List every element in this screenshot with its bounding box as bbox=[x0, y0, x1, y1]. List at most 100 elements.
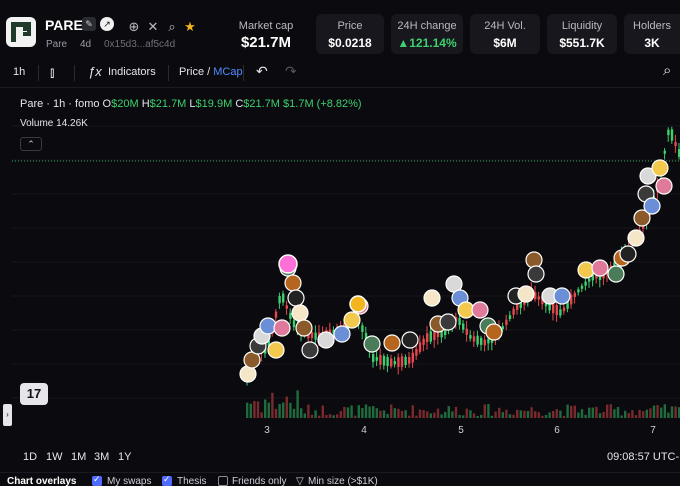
volume-bar bbox=[616, 406, 620, 418]
trade-bubble bbox=[619, 245, 637, 263]
volume-bar bbox=[404, 410, 407, 418]
candle bbox=[400, 356, 404, 367]
trade-bubble bbox=[401, 331, 419, 349]
thesis-checkbox[interactable] bbox=[162, 474, 172, 486]
min-size-label[interactable]: Min size (>$1K) bbox=[308, 476, 378, 486]
candle bbox=[285, 305, 288, 309]
volume-bar bbox=[289, 402, 292, 418]
volume-bar bbox=[469, 410, 472, 418]
indicators-button[interactable]: Indicators bbox=[108, 66, 156, 78]
candle bbox=[480, 337, 483, 345]
trade-bubble bbox=[287, 289, 305, 307]
candle bbox=[361, 325, 364, 333]
volume-bar bbox=[555, 409, 558, 418]
my-swaps-checkbox[interactable] bbox=[92, 474, 102, 486]
filter-icon[interactable]: ▽ bbox=[296, 476, 304, 486]
candle bbox=[408, 357, 411, 364]
range-1w[interactable]: 1W bbox=[46, 451, 63, 463]
volume-bar bbox=[343, 406, 346, 418]
edit-icon[interactable]: ✎ bbox=[82, 17, 96, 31]
candle bbox=[278, 296, 281, 304]
volume-bar bbox=[501, 412, 504, 418]
x-tick-label: 4 bbox=[361, 425, 367, 436]
range-1m[interactable]: 1M bbox=[71, 451, 86, 463]
stat-value: $6M bbox=[493, 36, 517, 50]
candle bbox=[379, 354, 382, 365]
change-value: 121.14% bbox=[409, 36, 457, 50]
volume-bar bbox=[314, 410, 317, 418]
volume-bar bbox=[483, 404, 486, 418]
redo-icon[interactable]: ↷ bbox=[285, 63, 297, 80]
volume-bar bbox=[606, 404, 609, 418]
volume-bar bbox=[465, 408, 468, 418]
volume-bar bbox=[307, 404, 310, 418]
volume-bar bbox=[256, 401, 260, 418]
friends-only-label[interactable]: Friends only bbox=[232, 476, 286, 486]
trade-bubble bbox=[423, 289, 441, 307]
trade-bubble bbox=[485, 323, 503, 341]
volume-bar bbox=[490, 415, 494, 418]
volume-bar bbox=[613, 409, 616, 418]
volume-bar bbox=[642, 411, 645, 418]
candle bbox=[422, 338, 425, 345]
collapse-legend-button[interactable]: ⌃ bbox=[20, 137, 42, 151]
trade-bubbles bbox=[239, 159, 673, 383]
candles-icon[interactable]: ⫾ bbox=[50, 64, 54, 81]
volume-bar bbox=[278, 403, 281, 418]
tradingview-logo-icon[interactable]: 17 bbox=[20, 383, 48, 405]
volume-bar bbox=[620, 415, 623, 418]
star-icon[interactable]: ★ bbox=[182, 19, 198, 35]
trade-bubble bbox=[517, 285, 535, 303]
chart-toolbar: 1h ⫾ ƒx Indicators Price / MCap ↶ ↷ ⌕ bbox=[0, 58, 680, 88]
range-1d[interactable]: 1D bbox=[23, 451, 37, 463]
x-tick-label: 7 bbox=[650, 425, 656, 436]
volume-bar bbox=[447, 406, 450, 418]
mcap-label: MCap bbox=[213, 66, 243, 78]
token-address[interactable]: 0x15d3...af5c4d bbox=[104, 39, 175, 50]
volume-label: Volume bbox=[20, 118, 54, 129]
candle bbox=[584, 281, 587, 286]
indicators-icon[interactable]: ƒx bbox=[88, 64, 102, 79]
ohlc-legend: Pare · 1h · fomo O$20M H$21.7M L$19.9M C… bbox=[20, 98, 362, 110]
x-social-icon[interactable]: ✕ bbox=[145, 19, 161, 35]
volume-bar bbox=[562, 415, 566, 418]
candle bbox=[462, 323, 465, 330]
volume-bar bbox=[573, 405, 576, 418]
globe-icon[interactable]: ⊕ bbox=[126, 19, 142, 35]
candle bbox=[483, 339, 486, 346]
candle bbox=[512, 308, 515, 315]
interval-button[interactable]: 1h bbox=[13, 66, 25, 78]
candle bbox=[429, 331, 432, 342]
thesis-label[interactable]: Thesis bbox=[177, 476, 206, 486]
friends-only-checkbox[interactable] bbox=[218, 476, 228, 486]
my-swaps-label[interactable]: My swaps bbox=[107, 476, 151, 486]
x-tick-label: 6 bbox=[554, 425, 560, 436]
candle bbox=[282, 293, 285, 303]
token-logo bbox=[6, 17, 36, 47]
volume-bar bbox=[422, 410, 425, 418]
stat-label: 24H Vol. bbox=[484, 20, 526, 32]
volume-bar bbox=[598, 413, 602, 418]
search-icon[interactable]: ⌕ bbox=[164, 19, 180, 35]
volume-bar bbox=[390, 404, 393, 418]
candle bbox=[674, 141, 677, 147]
legend-title: Pare · 1h · fomo bbox=[20, 98, 100, 110]
candle bbox=[588, 278, 591, 282]
volume-bar bbox=[415, 415, 418, 418]
undo-icon[interactable]: ↶ bbox=[256, 63, 268, 80]
volume-bar bbox=[296, 390, 299, 418]
stat-24h-volume: 24H Vol. $6M bbox=[470, 14, 540, 54]
trade-bubble bbox=[259, 317, 277, 335]
clock: 09:08:57 UTC- bbox=[607, 451, 680, 463]
volume-bar bbox=[663, 404, 666, 418]
price-chart[interactable]: 3 4 5 6 7 bbox=[0, 88, 680, 440]
expand-sidebar-icon[interactable]: › bbox=[3, 404, 12, 426]
volume-bar bbox=[577, 412, 580, 418]
price-toggle[interactable]: Price / MCap bbox=[179, 66, 243, 78]
range-3m[interactable]: 3M bbox=[94, 451, 109, 463]
candle bbox=[465, 328, 468, 335]
open-value: $20M bbox=[111, 98, 139, 110]
screenshot-icon[interactable]: ⌕ bbox=[663, 62, 671, 79]
range-1y[interactable]: 1Y bbox=[118, 451, 131, 463]
link-icon[interactable]: ↗ bbox=[100, 17, 114, 31]
